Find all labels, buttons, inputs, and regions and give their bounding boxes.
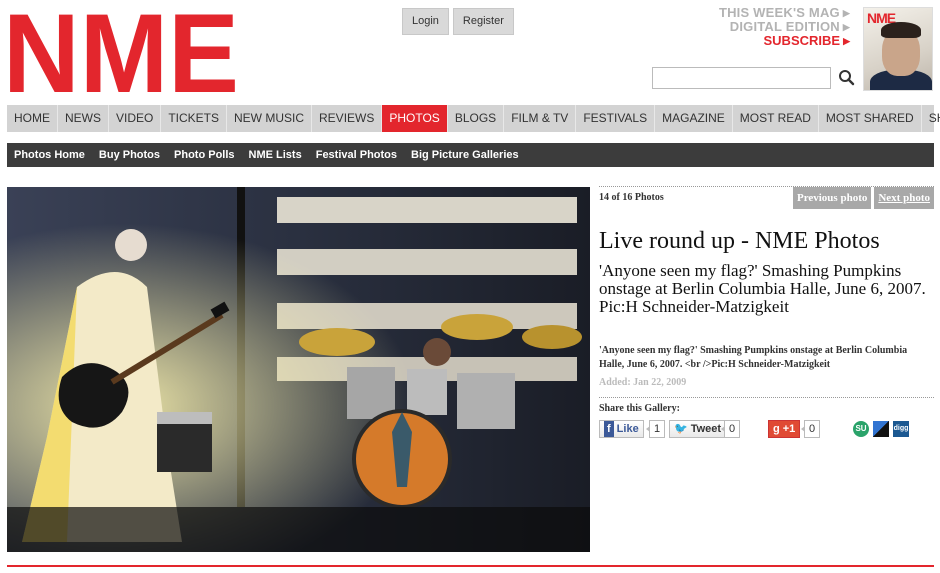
promo-line2: DIGITAL EDITION ▶ xyxy=(729,19,850,34)
search-input[interactable] xyxy=(652,67,831,89)
tweet-count: 0 xyxy=(720,420,741,438)
primary-nav: HOME NEWS VIDEO TICKETS NEW MUSIC REVIEW… xyxy=(7,105,940,132)
login-button[interactable]: Login xyxy=(402,8,449,35)
nme-logo-text: NME xyxy=(7,8,237,94)
delicious-icon[interactable] xyxy=(873,421,889,437)
auth-buttons: Login Register xyxy=(402,8,514,35)
pager-row: 14 of 16 Photos Previous photo Next phot… xyxy=(599,186,934,210)
arrow-right-icon: ▶ xyxy=(842,8,850,18)
photo-caption: 'Anyone seen my flag?' Smashing Pumpkins… xyxy=(599,261,926,316)
nav-news[interactable]: NEWS xyxy=(58,105,109,132)
google-plus-count: 0 xyxy=(800,420,821,438)
stumbleupon-icon[interactable]: SU xyxy=(853,421,869,437)
share-buttons: f Like 1 🐦 Tweet 0 g +1 0 SU digg xyxy=(599,420,934,444)
footer-divider xyxy=(7,565,934,567)
previous-photo-button[interactable]: Previous photo xyxy=(792,187,872,209)
facebook-like-button[interactable]: f Like xyxy=(599,420,644,438)
added-date: Added: Jan 22, 2009 xyxy=(599,377,687,388)
cover-figure-hair xyxy=(881,22,921,38)
nav-tickets[interactable]: TICKETS xyxy=(161,105,228,132)
like-count: 1 xyxy=(645,420,666,438)
subnav-buy-photos[interactable]: Buy Photos xyxy=(92,143,167,167)
nav-photos[interactable]: PHOTOS xyxy=(382,105,448,132)
subscribe-link[interactable]: SUBSCRIBE ▶ xyxy=(700,34,851,48)
photo-pager: Previous photo Next photo xyxy=(792,187,934,209)
subnav-festival-photos[interactable]: Festival Photos xyxy=(309,143,404,167)
amplifier-panel xyxy=(157,412,212,424)
register-button[interactable]: Register xyxy=(452,8,514,35)
stage-floor xyxy=(7,507,590,552)
subnav-big-picture-galleries[interactable]: Big Picture Galleries xyxy=(404,143,526,167)
gallery-meta: 14 of 16 Photos Previous photo Next phot… xyxy=(599,186,934,438)
magnifier-icon[interactable] xyxy=(836,67,856,89)
secondary-nav: Photos Home Buy Photos Photo Polls NME L… xyxy=(7,143,934,167)
nav-reviews[interactable]: REVIEWS xyxy=(312,105,383,132)
subnav-photo-polls[interactable]: Photo Polls xyxy=(167,143,242,167)
share-section: Share this Gallery: f Like 1 🐦 Tweet 0 g +1… xyxy=(599,397,934,444)
magazine-promo[interactable]: THIS WEEK'S MAG ▶ DIGITAL EDITION ▶ SUBSCR… xyxy=(700,6,850,48)
share-label: Share this Gallery: xyxy=(599,403,680,414)
gallery-title: Live round up - NME Photos xyxy=(599,228,880,254)
nav-most-read[interactable]: MOST READ xyxy=(733,105,819,132)
promo-line1: THIS WEEK'S MAG ▶ xyxy=(718,5,850,20)
photo-description: 'Anyone seen my flag?' Smashing Pumpkins… xyxy=(599,345,908,370)
subnav-photos-home[interactable]: Photos Home xyxy=(7,143,92,167)
nav-shop[interactable]: SHOP xyxy=(922,105,940,132)
tweet-button[interactable]: 🐦 Tweet xyxy=(669,420,727,438)
facebook-icon: f xyxy=(604,421,614,437)
nav-video[interactable]: VIDEO xyxy=(109,105,162,132)
nme-logo[interactable]: NME xyxy=(7,8,237,94)
nav-film-tv[interactable]: FILM & TV xyxy=(504,105,577,132)
twitter-bird-icon: 🐦 xyxy=(674,423,688,435)
gallery-photo[interactable] xyxy=(7,187,590,552)
photo-counter: 14 of 16 Photos xyxy=(599,192,664,203)
arrow-right-icon: ▶ xyxy=(843,36,850,46)
digg-icon[interactable]: digg xyxy=(893,421,909,437)
subnav-nme-lists[interactable]: NME Lists xyxy=(242,143,309,167)
next-photo-button[interactable]: Next photo xyxy=(874,187,934,209)
nav-new-music[interactable]: NEW MUSIC xyxy=(227,105,313,132)
google-plus-icon: g xyxy=(773,423,780,435)
magazine-cover-image[interactable]: NME xyxy=(863,7,933,91)
guitarist-head xyxy=(115,229,147,261)
nav-blogs[interactable]: BLOGS xyxy=(448,105,505,132)
nav-most-shared[interactable]: MOST SHARED xyxy=(819,105,922,132)
nav-home[interactable]: HOME xyxy=(7,105,58,132)
google-plus-button[interactable]: g +1 xyxy=(768,420,801,438)
arrow-right-icon: ▶ xyxy=(842,22,850,32)
nav-magazine[interactable]: MAGAZINE xyxy=(655,105,733,132)
nav-festivals[interactable]: FESTIVALS xyxy=(576,105,656,132)
